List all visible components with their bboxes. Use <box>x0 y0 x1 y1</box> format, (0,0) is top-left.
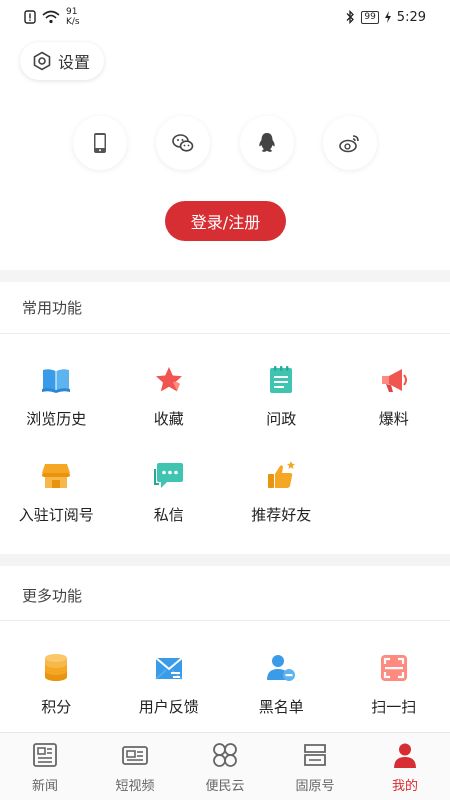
join-subscription-item[interactable]: 入驻订阅号 <box>0 460 113 525</box>
star-icon <box>155 367 182 392</box>
user-feedback-item[interactable]: 用户反馈 <box>113 652 226 717</box>
coins-icon <box>45 654 68 681</box>
common-functions-title: 常用功能 <box>22 299 83 317</box>
more-functions-title: 更多功能 <box>22 587 83 605</box>
nav-mine[interactable]: 我的 <box>360 733 450 800</box>
network-speed: 91 K/s <box>66 7 80 27</box>
scan-label: 扫一扫 <box>371 698 417 716</box>
news-icon <box>33 743 57 767</box>
nav-guyuan-account-label: 固原号 <box>295 779 335 794</box>
user-icon <box>394 743 416 768</box>
points-item[interactable]: 积分 <box>0 652 113 717</box>
common-row-2: 入驻订阅号 私信 推荐好友 <box>0 460 450 525</box>
private-message-label: 私信 <box>153 506 184 524</box>
inquiry-item[interactable]: 问政 <box>225 364 338 429</box>
nav-mine-label: 我的 <box>391 779 418 794</box>
user-feedback-label: 用户反馈 <box>138 698 199 716</box>
mail-icon <box>155 657 183 680</box>
status-bar: 91 K/s 99 5:29 <box>0 0 450 34</box>
nav-guyuan-account[interactable]: 固原号 <box>270 733 360 800</box>
bottom-nav: 新闻 短视频 便民云 固原号 我的 <box>0 732 450 800</box>
charging-icon <box>384 11 391 23</box>
speed-unit: K/s <box>66 17 80 27</box>
inquiry-label: 问政 <box>266 410 297 428</box>
weibo-login-button[interactable] <box>323 116 378 170</box>
recommend-friend-item[interactable]: 推荐好友 <box>225 460 338 525</box>
recommend-friend-label: 推荐好友 <box>251 506 312 524</box>
join-subscription-label: 入驻订阅号 <box>18 506 94 524</box>
phone-icon <box>93 133 106 153</box>
clock: 5:29 <box>396 9 426 25</box>
battery-level: 99 <box>361 10 379 24</box>
blacklist-item[interactable]: 黑名单 <box>225 652 338 717</box>
section-divider <box>0 270 450 282</box>
nav-short-video[interactable]: 短视频 <box>90 733 180 800</box>
wechat-login-button[interactable] <box>156 116 211 170</box>
login-register-button[interactable]: 登录/注册 <box>165 201 286 241</box>
qq-login-button[interactable] <box>239 116 294 170</box>
wifi-icon <box>42 10 60 24</box>
phone-login-button[interactable] <box>72 116 127 170</box>
bluetooth-icon <box>346 10 355 24</box>
chat-icon <box>153 463 183 488</box>
book-icon <box>42 369 71 393</box>
browse-history-label: 浏览历史 <box>26 410 87 428</box>
section-line <box>0 620 450 621</box>
speed-value: 91 <box>66 7 78 17</box>
qq-icon <box>259 133 275 152</box>
common-row-1: 浏览历史 收藏 问政 爆料 <box>0 364 450 429</box>
tip-off-item[interactable]: 爆料 <box>338 364 450 429</box>
wechat-icon <box>172 134 194 152</box>
clover-icon <box>213 743 237 767</box>
thumbs-up-icon <box>268 461 296 488</box>
notepad-icon <box>270 366 293 393</box>
nav-news-label: 新闻 <box>31 779 58 794</box>
settings-hexagon-icon <box>33 51 51 71</box>
private-message-item[interactable]: 私信 <box>113 460 226 525</box>
nav-news[interactable]: 新闻 <box>0 733 90 800</box>
store-icon <box>42 464 71 488</box>
settings-label: 设置 <box>58 53 91 72</box>
weibo-icon <box>339 135 360 153</box>
section-line <box>0 333 450 334</box>
points-label: 积分 <box>41 698 72 716</box>
alert-icon <box>24 10 36 24</box>
favorites-item[interactable]: 收藏 <box>113 364 226 429</box>
scan-icon <box>380 655 407 681</box>
settings-button[interactable]: 设置 <box>20 42 105 80</box>
megaphone-icon <box>381 369 407 392</box>
more-row-1: 积分 用户反馈 黑名单 扫一扫 <box>0 652 450 717</box>
nav-convenience-cloud-label: 便民云 <box>205 779 245 794</box>
blacklist-label: 黑名单 <box>258 698 304 716</box>
browse-history-item[interactable]: 浏览历史 <box>0 364 113 429</box>
favorites-label: 收藏 <box>153 410 184 428</box>
nav-convenience-cloud[interactable]: 便民云 <box>180 733 270 800</box>
status-right: 99 5:29 <box>345 10 426 25</box>
video-icon <box>122 746 148 765</box>
login-methods <box>0 116 450 170</box>
nav-short-video-label: 短视频 <box>115 779 155 794</box>
section-divider <box>0 554 450 566</box>
scan-item[interactable]: 扫一扫 <box>338 652 450 717</box>
bookmark-stack-icon <box>304 744 326 766</box>
tip-off-label: 爆料 <box>378 410 409 428</box>
status-left: 91 K/s <box>24 7 80 27</box>
block-user-icon <box>267 655 296 681</box>
